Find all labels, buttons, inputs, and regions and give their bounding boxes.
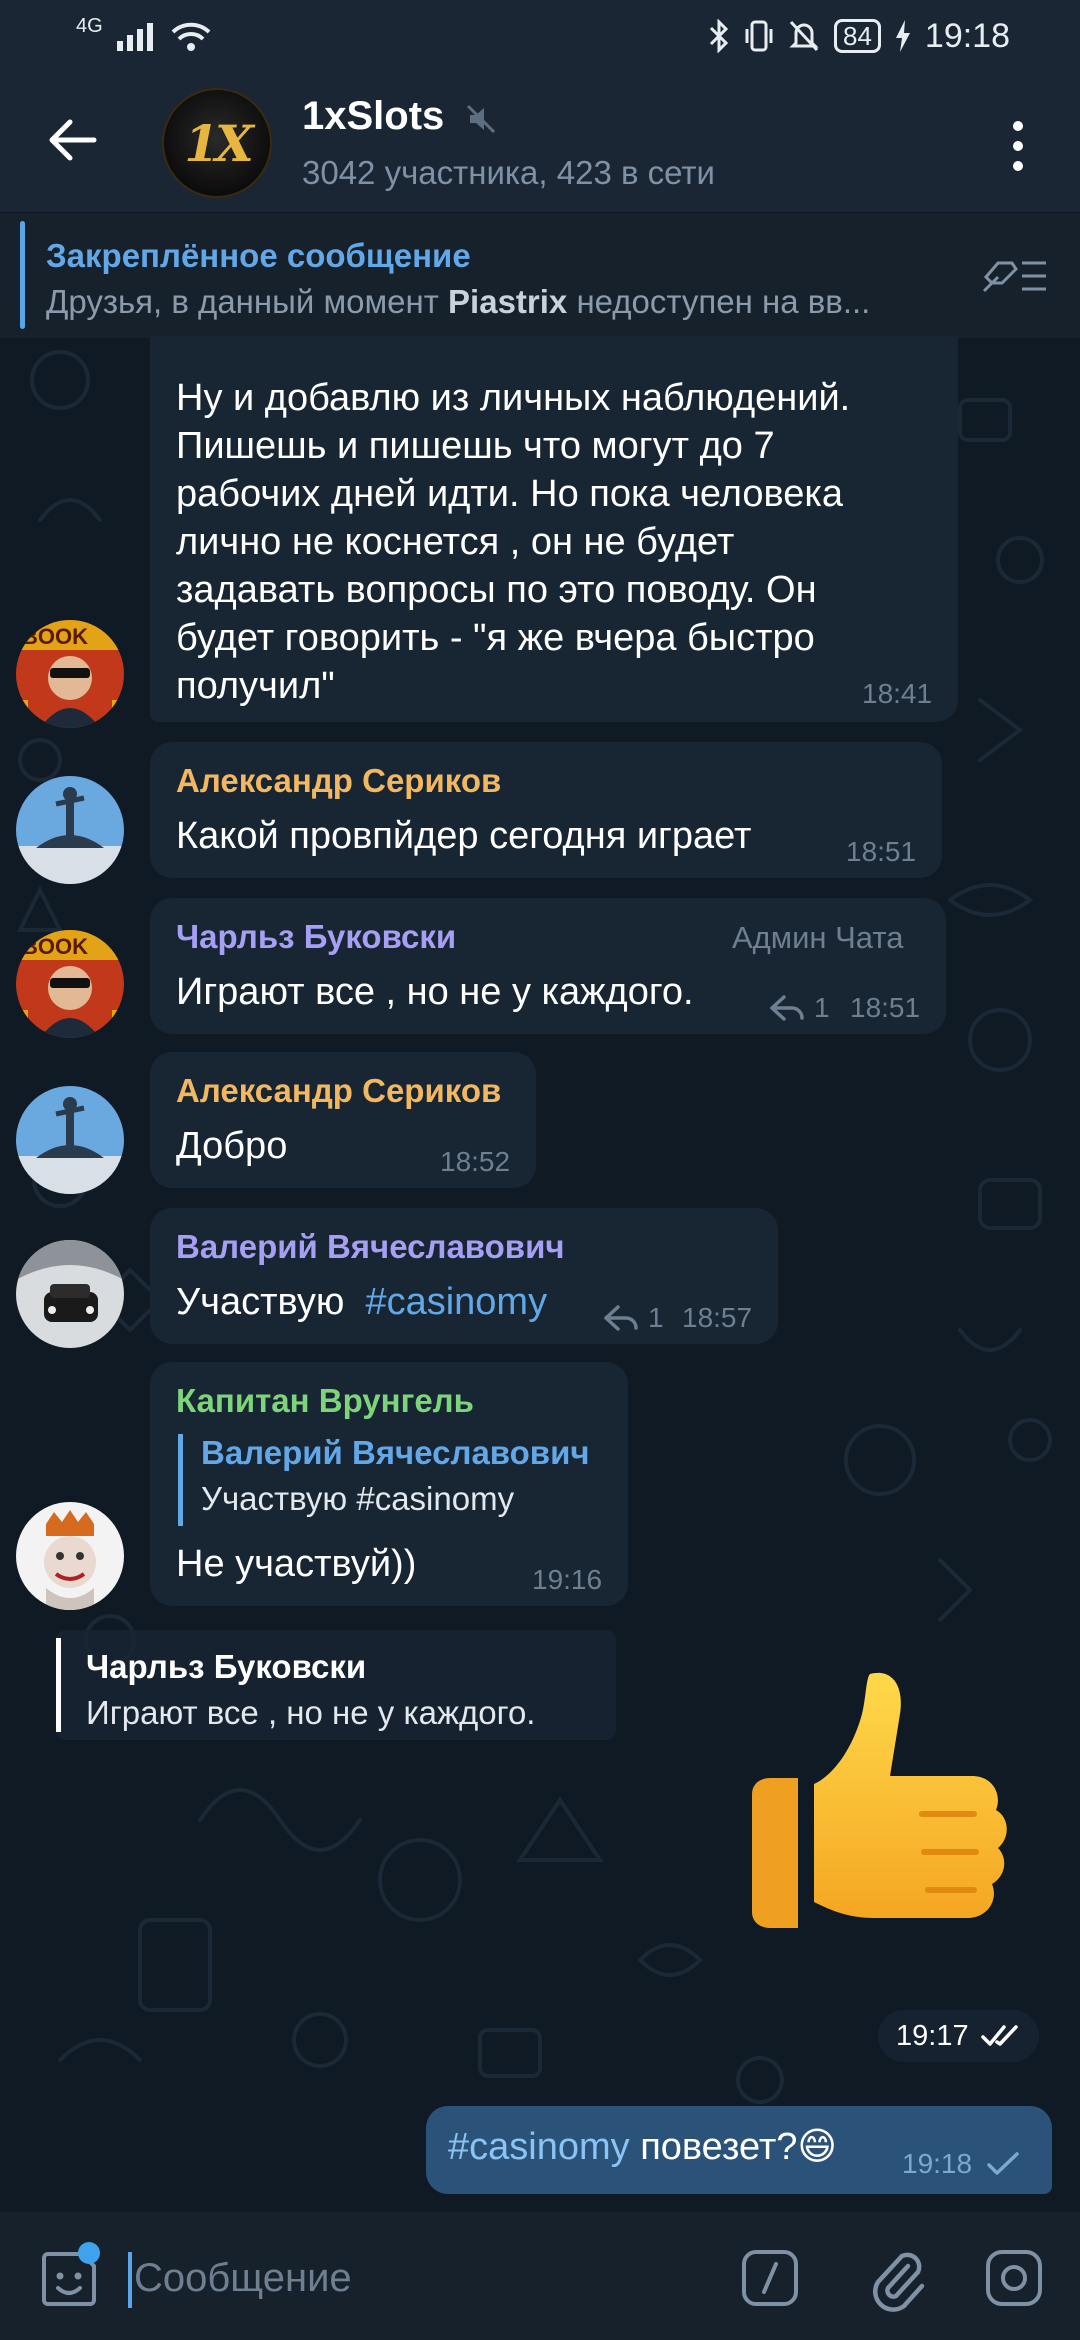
reply-text: Играют все , но не у каждого.	[86, 1694, 536, 1731]
chat-title[interactable]: 1xSlots	[302, 94, 444, 139]
wifi-icon	[171, 22, 211, 51]
chat-avatar[interactable]: 1X	[162, 88, 272, 198]
message-input[interactable]: Сообщение	[134, 2256, 352, 2301]
pinned-indicator	[20, 221, 25, 329]
clock: 19:18	[924, 16, 1010, 55]
message-bubble[interactable]: Александр Сериков Добро 18:52	[150, 1052, 536, 1188]
avatar-aleksandr[interactable]	[16, 776, 124, 884]
mute-bell-icon	[789, 20, 819, 52]
reply-counter[interactable]: 1	[604, 1302, 664, 1334]
reply-indicator	[56, 1638, 61, 1732]
reply-sender: Чарльз Буковски	[86, 1648, 367, 1685]
signal-icon	[116, 23, 153, 51]
message-sender[interactable]: Александр Сериков	[176, 1072, 501, 1110]
message-sender[interactable]: Александр Сериков	[176, 762, 501, 800]
bluetooth-icon	[709, 19, 729, 53]
message-sender[interactable]: Валерий Вячеславович	[176, 1228, 565, 1266]
quoted-text: Участвую #casinomy	[201, 1480, 515, 1517]
sticker-reply-preview[interactable]: Чарльз Буковски Играют все , но не у каж…	[56, 1630, 616, 1740]
message-sender[interactable]: Чарльз Буковски	[176, 918, 456, 956]
message-bubble[interactable]: Чарльз Буковски Админ Чата Играют все , …	[150, 898, 946, 1034]
more-vert-icon[interactable]	[1000, 116, 1036, 176]
muted-speaker-icon	[466, 104, 496, 134]
back-arrow-icon[interactable]	[40, 108, 104, 172]
double-check-icon	[980, 2025, 1018, 2046]
avatar-kapitan[interactable]	[16, 1502, 124, 1610]
message-text: #casinomy повезет?😄	[448, 2126, 837, 2168]
message-time: 18:52	[440, 1146, 511, 1177]
thumbs-up-sticker[interactable]	[752, 1664, 1032, 1954]
message-text: Играют все , но не у каждого.	[176, 971, 694, 1013]
message-time: 18:51	[846, 836, 917, 867]
avatar-valeriy[interactable]	[16, 1240, 124, 1348]
vibrate-icon	[745, 20, 773, 52]
chat-header: 1X 1xSlots 3042 участника, 423 в сети	[0, 72, 1080, 212]
network-type: 4G	[76, 14, 103, 37]
hashtag-link[interactable]: #casinomy	[448, 2126, 630, 2168]
reply-icon	[604, 1305, 638, 1331]
message-text: Не участвуй))	[176, 1543, 417, 1585]
sticker-time: 19:17	[878, 2010, 1039, 2062]
pinned-text: Друзья, в данный момент Piastrix недосту…	[46, 283, 871, 320]
avatar-charles[interactable]: BOOK	[16, 620, 124, 728]
message-time: 18:41	[862, 678, 933, 709]
message-sender[interactable]: Капитан Врунгель	[176, 1382, 474, 1420]
message-time: 18:57	[682, 1302, 753, 1333]
message-bubble[interactable]: Александр Сериков Какой провпйдер сегодн…	[150, 742, 942, 878]
bot-command-icon[interactable]	[740, 2248, 800, 2308]
quoted-sender: Валерий Вячеславович	[201, 1434, 590, 1471]
pinned-message-bar[interactable]: Закреплённое сообщение Друзья, в данный …	[0, 212, 1080, 338]
message-text: Ну и добавлю из личных наблюдений. Пишеш…	[176, 377, 851, 707]
message-text: Какой провпйдер сегодня играет	[176, 815, 752, 857]
battery-level: 84	[833, 19, 881, 53]
message-time: 18:51	[850, 992, 921, 1023]
message-text: Добро	[176, 1125, 288, 1167]
avatar-aleksandr[interactable]	[16, 1086, 124, 1194]
attach-icon[interactable]	[866, 2242, 926, 2312]
single-check-icon	[987, 2152, 1019, 2175]
notification-dot	[78, 2242, 100, 2264]
message-text: Участвую #casinomy	[176, 1281, 548, 1323]
reply-counter[interactable]: 1	[770, 992, 830, 1024]
message-time: 19:18	[902, 2148, 1020, 2180]
message-bubble[interactable]: Валерий Вячеславович Участвую #casinomy …	[150, 1208, 778, 1344]
chat-member-count: 3042 участника, 423 в сети	[302, 154, 715, 191]
status-bar: 4G 84 19:18	[0, 0, 1080, 72]
avatar-logo-text: 1X	[184, 113, 254, 173]
admin-badge: Админ Чата	[732, 920, 904, 955]
reply-icon	[770, 995, 804, 1021]
message-time: 19:16	[532, 1564, 603, 1595]
text-caret	[128, 2252, 132, 2308]
message-bubble[interactable]: Капитан Врунгель Валерий Вячеславович Уч…	[150, 1362, 628, 1606]
outgoing-message-bubble[interactable]: #casinomy повезет?😄 19:18	[426, 2106, 1052, 2194]
camera-icon[interactable]	[984, 2248, 1044, 2308]
pinned-list-icon[interactable]	[980, 251, 1050, 301]
charging-icon	[895, 20, 910, 52]
hashtag-link[interactable]: #casinomy	[365, 1281, 547, 1323]
quoted-message[interactable]: Валерий Вячеславович Участвую #casinomy	[178, 1434, 590, 1526]
message-input-bar: Сообщение	[0, 2212, 1080, 2340]
avatar-charles[interactable]: BOOK	[16, 930, 124, 1038]
message-bubble[interactable]: Ну и добавлю из личных наблюдений. Пишеш…	[150, 336, 958, 722]
pinned-title: Закреплённое сообщение	[46, 237, 471, 274]
